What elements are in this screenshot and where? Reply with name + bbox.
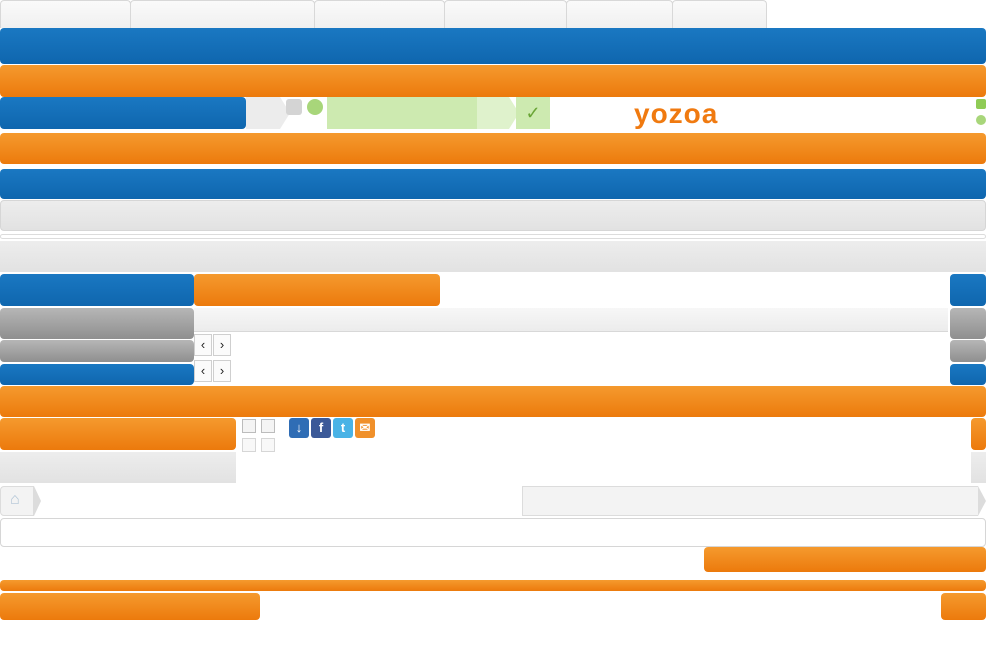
content-header [194, 308, 948, 332]
orange-bar-3 [0, 386, 986, 417]
divider [0, 234, 986, 239]
step-active[interactable] [0, 97, 246, 129]
orange-bar-2 [0, 133, 986, 164]
tab-4[interactable] [444, 0, 567, 28]
footer-bar-left [0, 593, 260, 620]
brand-logo[interactable]: yozoa [634, 98, 718, 130]
email-icon[interactable]: ✉ [355, 418, 375, 438]
side-bar-blue-1 [0, 274, 194, 306]
check-icon: ✓ [516, 97, 550, 129]
prev-button-1[interactable]: ‹ [194, 334, 212, 356]
grey-panel-1 [0, 200, 986, 231]
chevron-right-icon: › [219, 337, 225, 352]
checkbox-icon[interactable] [976, 99, 986, 109]
email-glyph: ✉ [359, 420, 371, 435]
chevron-left-icon: ‹ [200, 337, 206, 352]
side-bar-grey-2 [0, 340, 194, 362]
side-bar-grey-right-3 [971, 452, 986, 483]
tab-6[interactable] [672, 0, 767, 28]
next-button-1[interactable]: › [213, 334, 231, 356]
breadcrumb-tail [522, 486, 978, 516]
breadcrumb-home[interactable]: ⌂ [0, 486, 34, 516]
orange-bar-4 [0, 580, 986, 591]
blue-bar-2 [0, 169, 986, 199]
twitter-glyph: t [340, 420, 346, 435]
chevron-right-icon: › [219, 363, 225, 378]
side-bar-blue-right-2 [950, 364, 986, 385]
step-marker-green [307, 99, 323, 115]
facebook-icon[interactable]: f [311, 418, 331, 438]
next-button-2[interactable]: › [213, 360, 231, 382]
orange-tab-active[interactable] [194, 274, 440, 306]
tab-2[interactable] [130, 0, 315, 28]
step-marker-grey [286, 99, 302, 115]
share-glyph: ↓ [295, 420, 303, 435]
list-view-icon[interactable] [261, 419, 275, 433]
side-bar-grey-right-2 [950, 340, 986, 362]
step-complete[interactable] [327, 97, 477, 129]
prev-button-2[interactable]: ‹ [194, 360, 212, 382]
breadcrumb-end-arrow [978, 486, 986, 516]
orange-bar-1 [0, 65, 986, 97]
side-bar-grey-right-1 [950, 308, 986, 339]
side-bar-orange-right [971, 418, 986, 450]
step-separator [246, 97, 280, 129]
footer-bar-right [941, 593, 986, 620]
tab-3[interactable] [314, 0, 445, 28]
side-bar-orange [0, 418, 236, 450]
blue-bar-1 [0, 28, 986, 64]
side-bar-grey-3 [0, 452, 236, 483]
chevron-left-icon: ‹ [200, 363, 206, 378]
side-bar-grey-1 [0, 308, 194, 339]
grid-view-icon[interactable] [242, 419, 256, 433]
facebook-glyph: f [318, 420, 324, 435]
step-complete-tail [477, 97, 509, 129]
list-view-icon[interactable] [261, 438, 275, 452]
radio-icon[interactable] [976, 115, 986, 125]
breadcrumb-arrow [34, 486, 41, 516]
tab-1[interactable] [0, 0, 131, 28]
home-icon: ⌂ [10, 491, 20, 508]
share-icon[interactable]: ↓ [289, 418, 309, 438]
tab-5[interactable] [566, 0, 673, 28]
side-bar-blue-right-1 [950, 274, 986, 306]
grey-panel-2 [0, 241, 986, 272]
grid-view-icon[interactable] [242, 438, 256, 452]
content-box [0, 518, 986, 547]
action-button[interactable] [704, 547, 986, 572]
side-bar-blue-2 [0, 364, 194, 385]
twitter-icon[interactable]: t [333, 418, 353, 438]
